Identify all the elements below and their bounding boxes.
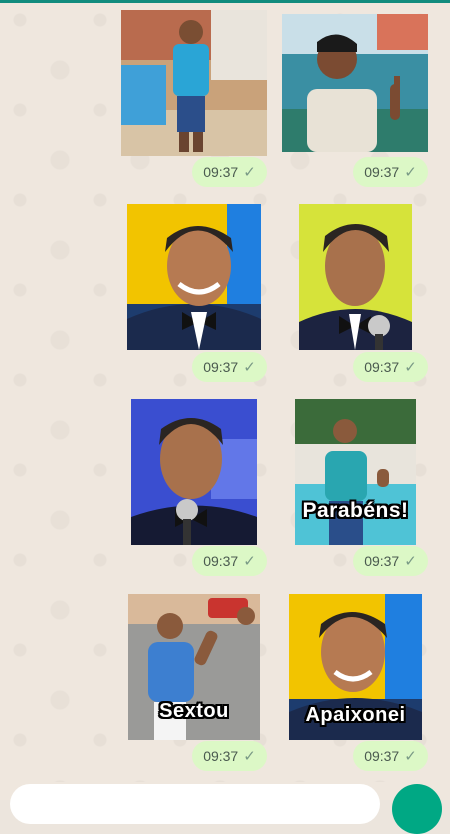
sticker-2[interactable] xyxy=(282,14,428,152)
read-check-icon: ✓ xyxy=(243,748,256,765)
read-check-icon: ✓ xyxy=(404,164,417,181)
sticker-2-image xyxy=(282,14,428,152)
sticker-4-image xyxy=(299,204,412,350)
sticker-5[interactable] xyxy=(131,399,257,545)
read-check-icon: ✓ xyxy=(404,748,417,765)
timestamp: 09:37 xyxy=(203,748,239,764)
message-input[interactable] xyxy=(10,784,380,824)
read-check-icon: ✓ xyxy=(243,164,256,181)
message-time-2: 09:37 ✓ xyxy=(353,157,428,187)
sticker-3[interactable] xyxy=(127,204,261,350)
timestamp: 09:37 xyxy=(203,553,239,569)
message-time-8: 09:37 ✓ xyxy=(353,741,428,771)
timestamp: 09:37 xyxy=(364,553,400,569)
timestamp: 09:37 xyxy=(203,359,239,375)
message-time-7: 09:37 ✓ xyxy=(192,741,267,771)
read-check-icon: ✓ xyxy=(243,359,256,376)
timestamp: 09:37 xyxy=(364,164,400,180)
sticker-7-caption: Sextou xyxy=(159,700,229,722)
sticker-1-image xyxy=(121,10,267,156)
message-time-4: 09:37 ✓ xyxy=(353,352,428,382)
sticker-1[interactable] xyxy=(121,10,267,156)
timestamp: 09:37 xyxy=(364,359,400,375)
sticker-5-image xyxy=(131,399,257,545)
sticker-8-caption: Apaixonei xyxy=(305,704,406,726)
message-time-1: 09:37 ✓ xyxy=(192,157,267,187)
message-time-6: 09:37 ✓ xyxy=(353,546,428,576)
timestamp: 09:37 xyxy=(364,748,400,764)
sticker-6-caption: Parabéns! xyxy=(302,499,409,522)
timestamp: 09:37 xyxy=(203,164,239,180)
sticker-6[interactable]: Parabéns! xyxy=(295,399,416,545)
read-check-icon: ✓ xyxy=(404,553,417,570)
message-time-5: 09:37 ✓ xyxy=(192,546,267,576)
read-check-icon: ✓ xyxy=(404,359,417,376)
mic-button[interactable] xyxy=(392,784,442,834)
status-accent-bar xyxy=(0,0,450,3)
sticker-7[interactable]: Sextou xyxy=(128,594,260,740)
sticker-3-image xyxy=(127,204,261,350)
sticker-4[interactable] xyxy=(299,204,412,350)
sticker-6-image xyxy=(295,399,416,545)
sticker-8[interactable]: Apaixonei xyxy=(289,594,422,740)
read-check-icon: ✓ xyxy=(243,553,256,570)
message-time-3: 09:37 ✓ xyxy=(192,352,267,382)
